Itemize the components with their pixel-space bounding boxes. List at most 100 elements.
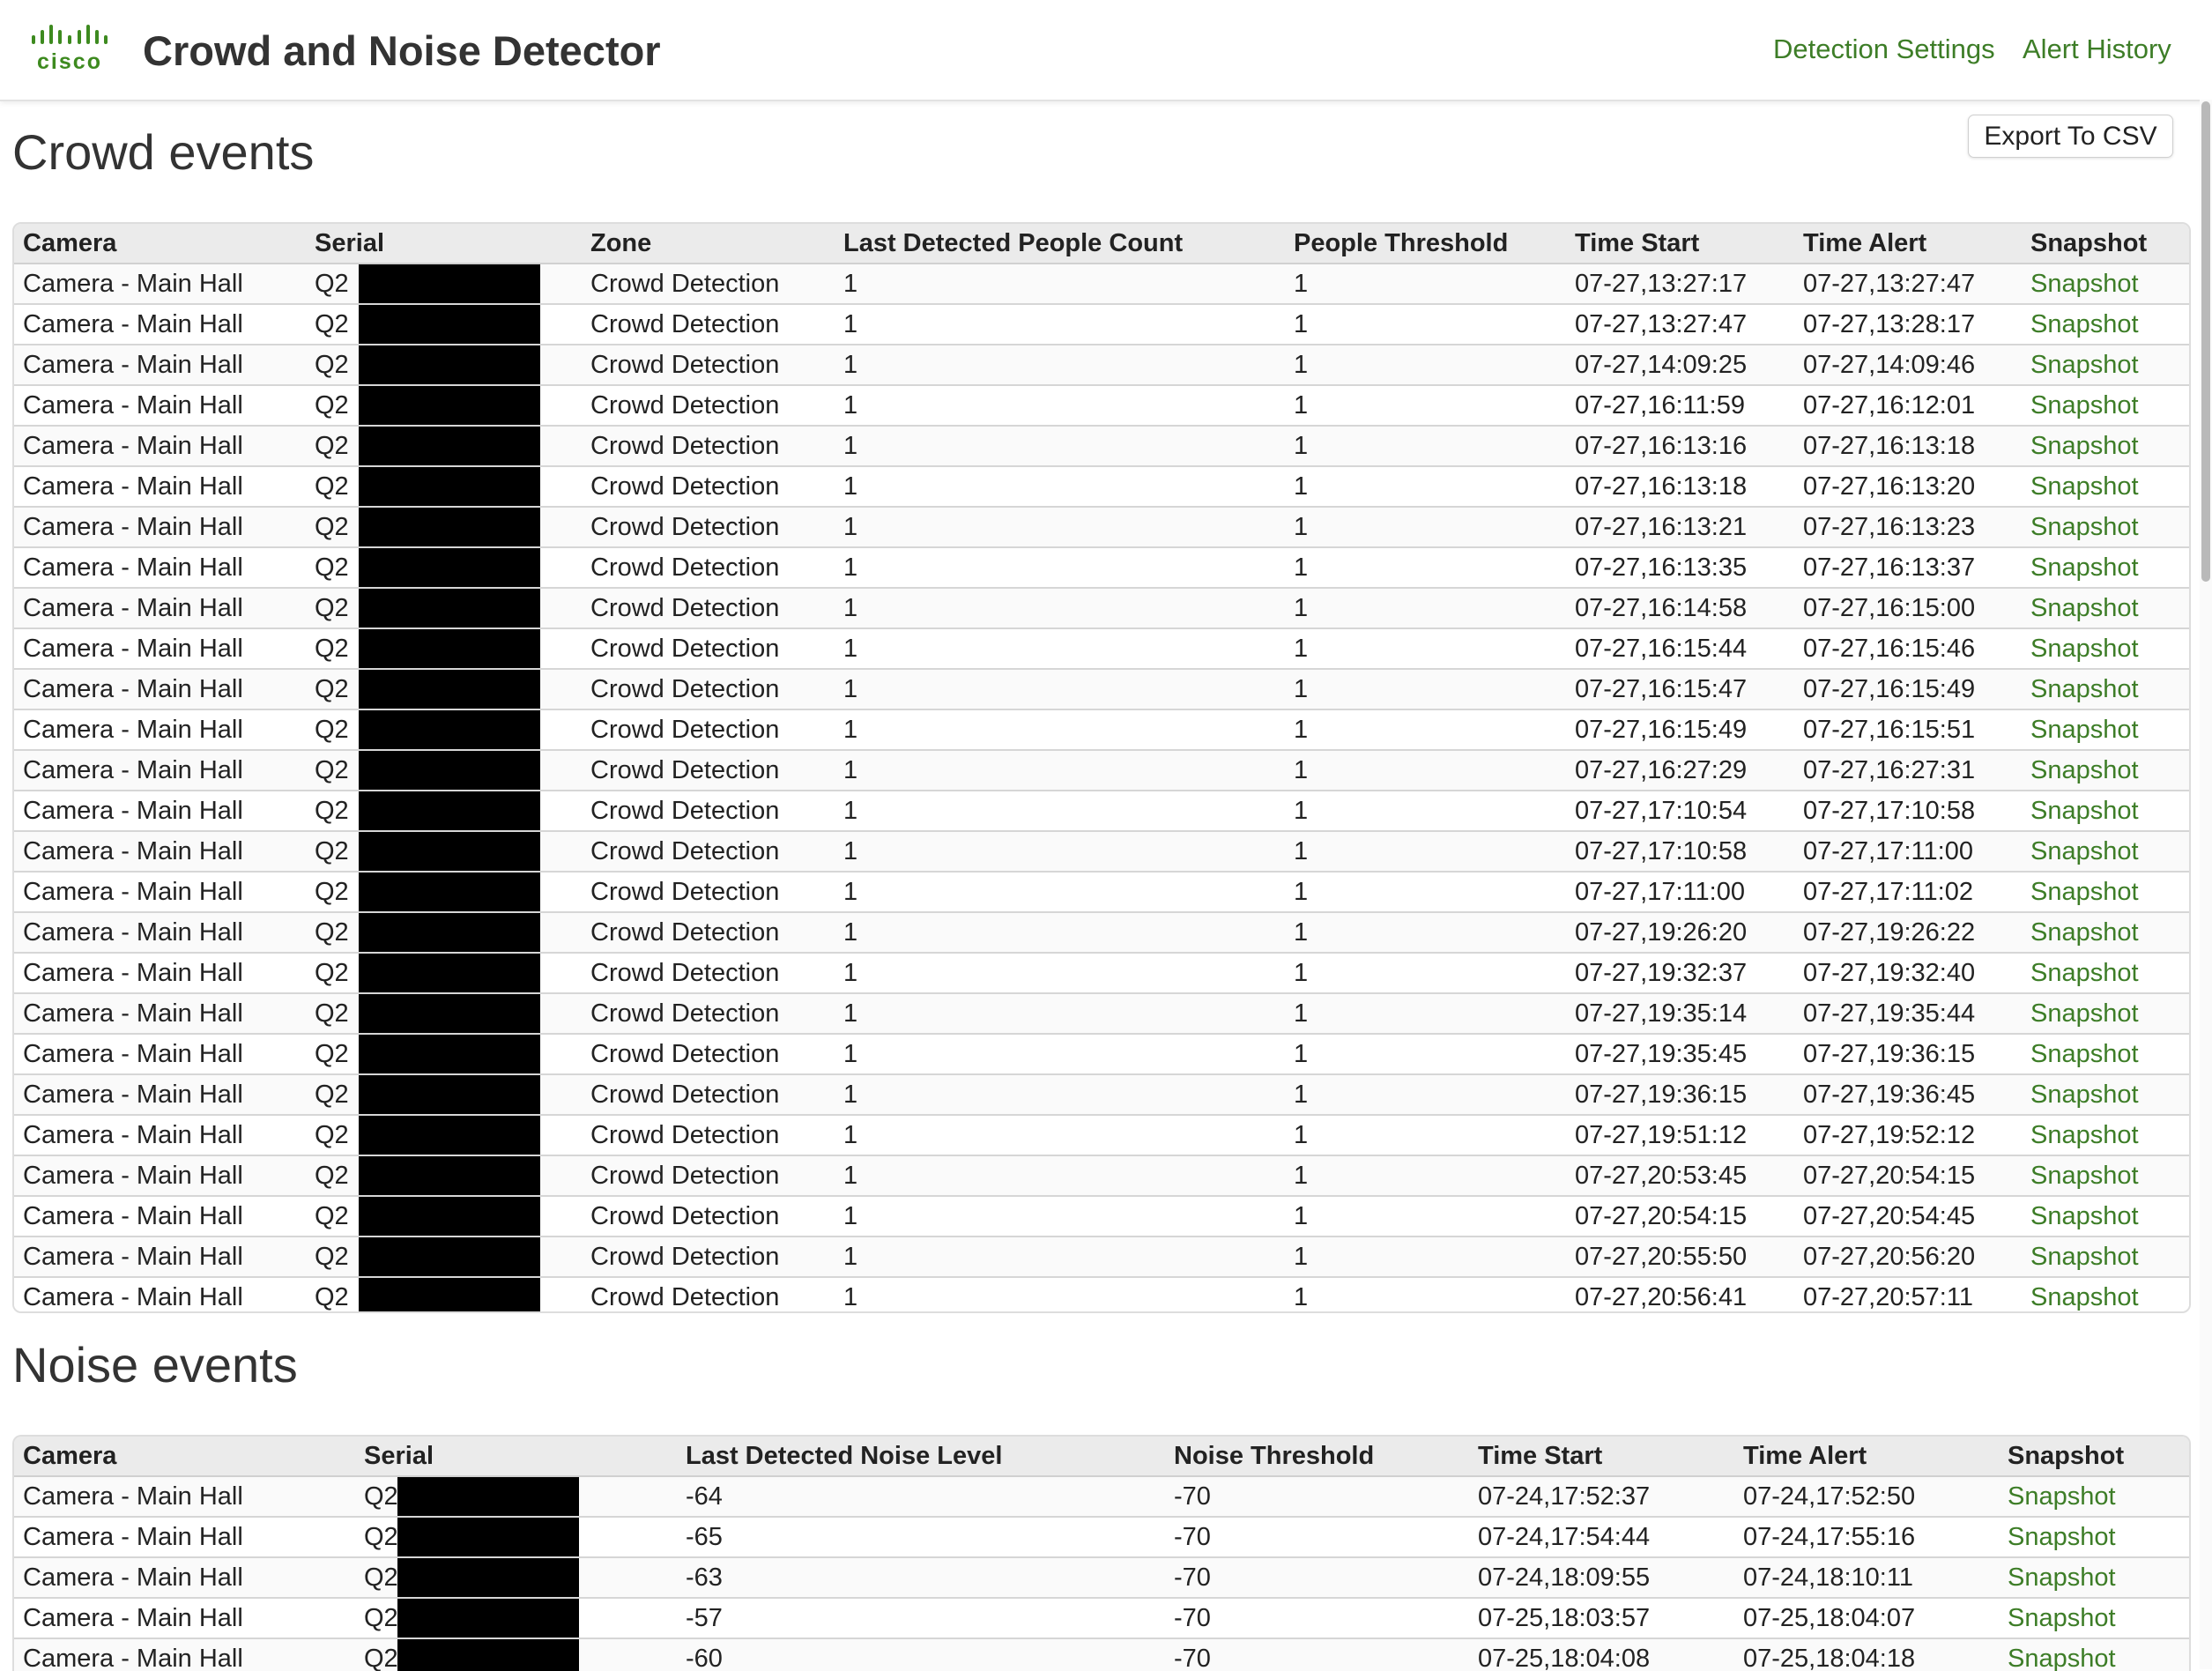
cell-snapshot: Snapshot <box>2022 345 2189 385</box>
snapshot-link[interactable]: Snapshot <box>2030 675 2139 703</box>
redaction-block <box>359 385 540 426</box>
table-row: Camera - Main HallQ2Crowd Detection1107-… <box>14 831 2189 872</box>
serial-text: Q2 <box>315 1243 349 1271</box>
cell-time-start: 07-27,13:27:47 <box>1566 304 1794 345</box>
cell-time-start: 07-27,16:11:59 <box>1566 385 1794 426</box>
cell-camera: Camera - Main Hall <box>14 264 306 304</box>
scrollbar-thumb[interactable] <box>2201 101 2210 582</box>
serial-text: Q2 <box>315 837 349 865</box>
cell-zone: Crowd Detection <box>582 345 835 385</box>
cell-time-alert: 07-27,19:36:45 <box>1794 1074 2022 1115</box>
snapshot-link[interactable]: Snapshot <box>2030 553 2139 582</box>
snapshot-link[interactable]: Snapshot <box>2030 594 2139 622</box>
snapshot-link[interactable]: Snapshot <box>2030 1283 2139 1311</box>
snapshot-link[interactable]: Snapshot <box>2030 756 2139 784</box>
cell-zone: Crowd Detection <box>582 669 835 709</box>
cell-people-threshold: 1 <box>1285 466 1566 507</box>
redaction-block <box>359 588 540 628</box>
redaction-block <box>359 953 540 993</box>
cell-time-alert: 07-27,19:26:22 <box>1794 912 2022 953</box>
cell-time-start: 07-27,19:26:20 <box>1566 912 1794 953</box>
nav-alert-history[interactable]: Alert History <box>2023 33 2171 65</box>
snapshot-link[interactable]: Snapshot <box>2030 999 2139 1028</box>
redaction-block <box>359 791 540 831</box>
cell-snapshot: Snapshot <box>2022 1034 2189 1074</box>
snapshot-link[interactable]: Snapshot <box>2008 1563 2116 1592</box>
snapshot-link[interactable]: Snapshot <box>2030 1243 2139 1271</box>
cell-people-threshold: 1 <box>1285 426 1566 466</box>
cell-time-start: 07-27,16:15:49 <box>1566 709 1794 750</box>
redaction-block <box>397 1476 579 1517</box>
redaction-block <box>359 466 540 507</box>
snapshot-link[interactable]: Snapshot <box>2030 513 2139 541</box>
column-header-snapshot: Snapshot <box>1999 1437 2189 1476</box>
cell-time-alert: 07-27,16:13:37 <box>1794 547 2022 588</box>
cell-time-start: 07-27,16:15:47 <box>1566 669 1794 709</box>
snapshot-link[interactable]: Snapshot <box>2030 432 2139 460</box>
column-header-serial: Serial <box>355 1437 677 1476</box>
cell-noise-threshold: -70 <box>1165 1598 1469 1638</box>
cisco-logo[interactable]: cisco <box>30 23 109 74</box>
snapshot-link[interactable]: Snapshot <box>2008 1645 2116 1671</box>
cell-serial: Q2 <box>306 1074 582 1115</box>
cell-people-count: 1 <box>835 1155 1285 1196</box>
cell-people-threshold: 1 <box>1285 304 1566 345</box>
snapshot-link[interactable]: Snapshot <box>2030 837 2139 865</box>
cell-time-alert: 07-27,20:54:15 <box>1794 1155 2022 1196</box>
snapshot-link[interactable]: Snapshot <box>2030 959 2139 987</box>
snapshot-link[interactable]: Snapshot <box>2030 797 2139 825</box>
snapshot-link[interactable]: Snapshot <box>2030 878 2139 906</box>
cell-zone: Crowd Detection <box>582 507 835 547</box>
cell-zone: Crowd Detection <box>582 264 835 304</box>
serial-text: Q2 <box>315 675 349 703</box>
cell-snapshot: Snapshot <box>2022 628 2189 669</box>
cell-snapshot: Snapshot <box>2022 304 2189 345</box>
cell-noise-level: -64 <box>677 1476 1165 1517</box>
snapshot-link[interactable]: Snapshot <box>2030 351 2139 379</box>
cell-people-count: 1 <box>835 547 1285 588</box>
snapshot-link[interactable]: Snapshot <box>2030 1040 2139 1068</box>
cell-people-count: 1 <box>835 1277 1285 1313</box>
table-row: Camera - Main HallQ2Crowd Detection1107-… <box>14 791 2189 831</box>
snapshot-link[interactable]: Snapshot <box>2008 1523 2116 1551</box>
cell-snapshot: Snapshot <box>2022 750 2189 791</box>
snapshot-link[interactable]: Snapshot <box>2030 1081 2139 1109</box>
cell-people-threshold: 1 <box>1285 345 1566 385</box>
snapshot-link[interactable]: Snapshot <box>2030 635 2139 663</box>
snapshot-link[interactable]: Snapshot <box>2030 918 2139 947</box>
table-row: Camera - Main HallQ2Crowd Detection1107-… <box>14 466 2189 507</box>
snapshot-link[interactable]: Snapshot <box>2030 270 2139 298</box>
cell-time-alert: 07-27,16:15:51 <box>1794 709 2022 750</box>
snapshot-link[interactable]: Snapshot <box>2030 391 2139 420</box>
snapshot-link[interactable]: Snapshot <box>2030 1202 2139 1230</box>
snapshot-link[interactable]: Snapshot <box>2030 1121 2139 1149</box>
cell-camera: Camera - Main Hall <box>14 1196 306 1237</box>
cell-people-threshold: 1 <box>1285 1277 1566 1313</box>
snapshot-link[interactable]: Snapshot <box>2030 716 2139 744</box>
cell-zone: Crowd Detection <box>582 1237 835 1277</box>
snapshot-link[interactable]: Snapshot <box>2030 472 2139 501</box>
redaction-block <box>359 872 540 912</box>
cell-snapshot: Snapshot <box>2022 547 2189 588</box>
cell-time-start: 07-27,17:10:58 <box>1566 831 1794 872</box>
cell-noise-level: -57 <box>677 1598 1165 1638</box>
cell-time-start: 07-27,19:35:45 <box>1566 1034 1794 1074</box>
snapshot-link[interactable]: Snapshot <box>2030 1162 2139 1190</box>
snapshot-link[interactable]: Snapshot <box>2030 310 2139 338</box>
cell-time-alert: 07-27,17:11:00 <box>1794 831 2022 872</box>
redaction-block <box>397 1517 579 1557</box>
redaction-block <box>359 1034 540 1074</box>
cell-zone: Crowd Detection <box>582 1074 835 1115</box>
redaction-block <box>359 1196 540 1237</box>
cell-people-count: 1 <box>835 750 1285 791</box>
export-csv-button[interactable]: Export To CSV <box>1968 115 2173 158</box>
snapshot-link[interactable]: Snapshot <box>2008 1604 2116 1632</box>
table-row: Camera - Main HallQ2Crowd Detection1107-… <box>14 1237 2189 1277</box>
table-row: Camera - Main HallQ2Crowd Detection1107-… <box>14 709 2189 750</box>
snapshot-link[interactable]: Snapshot <box>2008 1482 2116 1511</box>
cell-zone: Crowd Detection <box>582 628 835 669</box>
column-header-people-count: Last Detected People Count <box>835 224 1285 264</box>
cell-camera: Camera - Main Hall <box>14 588 306 628</box>
nav-detection-settings[interactable]: Detection Settings <box>1773 33 1995 65</box>
redaction-block <box>359 628 540 669</box>
